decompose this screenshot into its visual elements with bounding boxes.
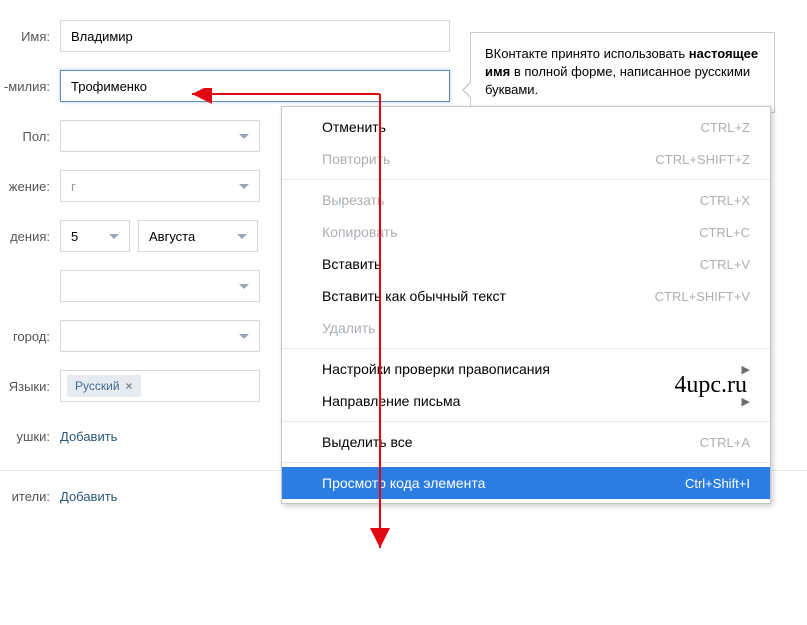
- ctx-redo-shortcut: CTRL+SHIFT+Z: [655, 152, 750, 167]
- input-name-value: Владимир: [71, 29, 133, 44]
- ctx-direction-label: Направление письма: [322, 393, 460, 409]
- ctx-paste-plain-shortcut: CTRL+SHIFT+V: [655, 289, 750, 304]
- tooltip-text-2: в полной форме, написанное русскими букв…: [485, 64, 750, 97]
- select-relation[interactable]: г: [60, 170, 260, 202]
- chevron-down-icon: [109, 234, 119, 239]
- ctx-cut[interactable]: Вырезать CTRL+X: [282, 184, 770, 216]
- label-languages: Языки:: [0, 379, 60, 394]
- chevron-down-icon: [239, 184, 249, 189]
- separator: [282, 348, 770, 349]
- tooltip-text-1: ВКонтакте принято использовать: [485, 46, 689, 61]
- ctx-selectall-shortcut: CTRL+A: [700, 435, 750, 450]
- select-birth-day[interactable]: 5: [60, 220, 130, 252]
- ctx-redo[interactable]: Повторить CTRL+SHIFT+Z: [282, 143, 770, 175]
- context-menu: Отменить CTRL+Z Повторить CTRL+SHIFT+Z В…: [281, 106, 771, 504]
- ctx-inspect-shortcut: Ctrl+Shift+I: [685, 476, 750, 491]
- label-grandparents: ушки:: [0, 429, 60, 444]
- separator: [282, 421, 770, 422]
- name-hint-tooltip: ВКонтакте принято использовать настоящее…: [470, 32, 775, 113]
- language-tag-label: Русский: [75, 379, 120, 393]
- remove-tag-icon[interactable]: ×: [126, 379, 133, 393]
- label-surname: -милия:: [0, 79, 60, 94]
- birth-month-value: Августа: [149, 229, 195, 244]
- separator: [282, 462, 770, 463]
- ctx-paste-shortcut: CTRL+V: [700, 257, 750, 272]
- label-name: Имя:: [0, 29, 60, 44]
- add-parents-link[interactable]: Добавить: [60, 489, 117, 504]
- ctx-inspect-element[interactable]: Просмотр кода элемента Ctrl+Shift+I: [282, 467, 770, 499]
- chevron-down-icon: [237, 234, 247, 239]
- input-surname[interactable]: Трофименко: [60, 70, 450, 102]
- ctx-paste-plain[interactable]: Вставить как обычный текст CTRL+SHIFT+V: [282, 280, 770, 312]
- ctx-cut-label: Вырезать: [322, 192, 384, 208]
- ctx-undo-shortcut: CTRL+Z: [701, 120, 750, 135]
- ctx-paste[interactable]: Вставить CTRL+V: [282, 248, 770, 280]
- ctx-inspect-label: Просмотр кода элемента: [322, 475, 485, 491]
- input-name[interactable]: Владимир: [60, 20, 450, 52]
- ctx-redo-label: Повторить: [322, 151, 390, 167]
- label-birthdate: дения:: [0, 229, 60, 244]
- ctx-paste-label: Вставить: [322, 256, 381, 272]
- chevron-down-icon: [239, 334, 249, 339]
- language-tag: Русский ×: [67, 375, 141, 397]
- ctx-cut-shortcut: CTRL+X: [700, 193, 750, 208]
- watermark: 4upc.ru: [674, 372, 747, 399]
- ctx-undo-label: Отменить: [322, 119, 386, 135]
- ctx-delete-label: Удалить: [322, 320, 375, 336]
- add-grandparents-link[interactable]: Добавить: [60, 429, 117, 444]
- ctx-copy-shortcut: CTRL+C: [699, 225, 750, 240]
- ctx-select-all[interactable]: Выделить все CTRL+A: [282, 426, 770, 458]
- select-birth-month[interactable]: Августа: [138, 220, 258, 252]
- birth-day-value: 5: [71, 229, 78, 244]
- chevron-down-icon: [239, 134, 249, 139]
- ctx-copy-label: Копировать: [322, 224, 397, 240]
- input-languages[interactable]: Русский ×: [60, 370, 260, 402]
- select-gender[interactable]: [60, 120, 260, 152]
- ctx-delete[interactable]: Удалить: [282, 312, 770, 344]
- label-gender: Пол:: [0, 129, 60, 144]
- ctx-paste-plain-label: Вставить как обычный текст: [322, 288, 506, 304]
- separator: [282, 179, 770, 180]
- select-blank1[interactable]: [60, 270, 260, 302]
- select-relation-value: г: [71, 179, 76, 194]
- ctx-spell-label: Настройки проверки правописания: [322, 361, 550, 377]
- label-relation: жение:: [0, 179, 60, 194]
- ctx-copy[interactable]: Копировать CTRL+C: [282, 216, 770, 248]
- input-surname-value: Трофименко: [71, 79, 147, 94]
- label-parents: ители:: [0, 489, 60, 504]
- select-city[interactable]: [60, 320, 260, 352]
- ctx-undo[interactable]: Отменить CTRL+Z: [282, 111, 770, 143]
- chevron-down-icon: [239, 284, 249, 289]
- ctx-selectall-label: Выделить все: [322, 434, 413, 450]
- label-city: город:: [0, 329, 60, 344]
